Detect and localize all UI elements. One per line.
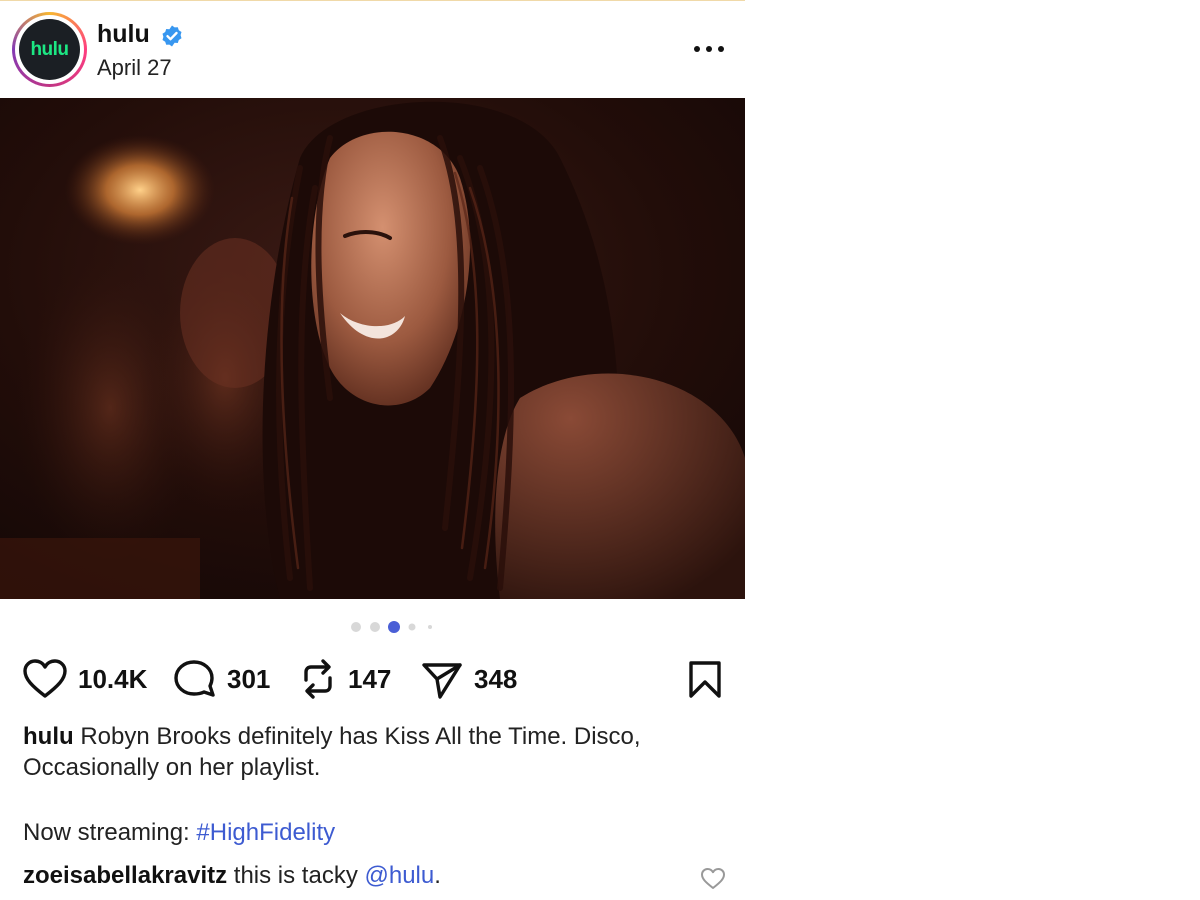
like-count: 10.4K (78, 663, 148, 694)
comment-like-heart-icon[interactable] (700, 867, 726, 891)
verified-badge-icon (162, 25, 182, 47)
carousel-indicator (351, 621, 432, 633)
photo-illustration (0, 98, 745, 599)
more-options-icon[interactable] (692, 39, 726, 59)
save-button[interactable] (687, 651, 723, 707)
post-header: hulu hulu April 27 (0, 1, 745, 98)
share-count: 348 (474, 663, 518, 694)
username[interactable]: hulu (97, 20, 150, 49)
action-bar: 10.4K 301 147 348 (0, 651, 745, 707)
avatar[interactable]: hulu (19, 19, 80, 80)
post-card: hulu hulu April 27 10.4K 301 147 348 hul… (0, 0, 745, 900)
comment-count: 301 (227, 663, 271, 694)
comment-suffix: . (434, 862, 441, 889)
mention-link[interactable]: @hulu (364, 862, 434, 889)
comment-author[interactable]: zoeisabellakravitz (23, 862, 227, 889)
caption-text: Robyn Brooks definitely has Kiss All the… (23, 723, 641, 781)
hulu-logo: hulu (30, 38, 69, 60)
comment-bubble-icon (174, 660, 215, 697)
comment-row: zoeisabellakravitz this is tacky @hulu. (23, 862, 441, 890)
post-caption: hulu Robyn Brooks definitely has Kiss Al… (23, 721, 723, 783)
like-button[interactable]: 10.4K (22, 651, 147, 707)
heart-icon (23, 659, 67, 698)
repost-button[interactable]: 147 (298, 651, 391, 707)
hashtag-link[interactable]: #HighFidelity (196, 819, 335, 846)
send-icon (422, 663, 462, 699)
repost-count: 147 (348, 663, 392, 694)
repost-icon (304, 659, 332, 699)
streaming-prefix: Now streaming: (23, 819, 190, 846)
caption-author[interactable]: hulu (23, 723, 74, 750)
streaming-line: Now streaming: #HighFidelity (23, 819, 335, 847)
bookmark-icon (689, 661, 721, 698)
avatar-story-ring[interactable]: hulu (12, 12, 87, 87)
post-photo[interactable] (0, 98, 745, 599)
post-date: April 27 (97, 55, 172, 80)
comment-button[interactable]: 301 (173, 651, 270, 707)
share-button[interactable]: 348 (420, 651, 517, 707)
comment-text: this is tacky (233, 862, 358, 889)
